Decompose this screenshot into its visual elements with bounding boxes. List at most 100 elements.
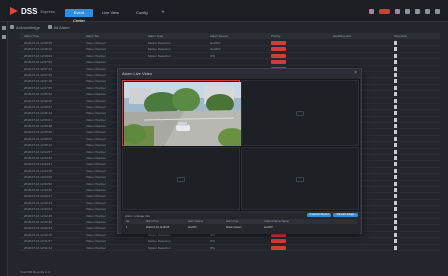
all-alarm-label: All Alarm <box>53 24 70 30</box>
priority-badge[interactable] <box>271 245 286 250</box>
cell-alarm-time: 2018-07-16 12:04:44 <box>24 156 52 161</box>
operation-icon[interactable] <box>394 226 397 231</box>
priority-badge[interactable] <box>271 239 286 244</box>
alarm-count-badge[interactable] <box>379 9 390 14</box>
cell-alarm-src: Video Channel <box>86 72 106 77</box>
operation-icon[interactable] <box>394 111 397 116</box>
operation-icon[interactable] <box>394 66 397 71</box>
cell-alarm-time: 2018-07-16 12:06:14 <box>24 111 52 116</box>
video-cell-3[interactable] <box>122 147 240 210</box>
acknowledge-button[interactable]: Acknowledge <box>10 25 40 30</box>
operation-icon[interactable] <box>394 53 397 58</box>
operation-icon[interactable] <box>394 162 397 167</box>
linkage-row[interactable]: 1 2018-07-16 12:08:35 iace507 Motion Det… <box>124 225 357 230</box>
operation-icon[interactable] <box>394 79 397 84</box>
linkage-panel-title: Alarm Linkage Info <box>125 214 151 218</box>
logo-mark-icon <box>10 7 18 15</box>
operation-icon[interactable] <box>394 200 397 205</box>
tab-config[interactable]: Config <box>131 9 155 17</box>
manual-linkage-button[interactable]: Manual Linkage <box>333 213 358 217</box>
operation-icon[interactable] <box>394 124 397 129</box>
cell-alarm-src: Video Channel <box>86 168 106 173</box>
col-alarm-source[interactable]: Alarm Source <box>210 34 228 38</box>
operation-icon[interactable] <box>394 92 397 97</box>
operation-icon[interactable] <box>394 130 397 135</box>
alarm-list-icon[interactable] <box>2 35 6 39</box>
col-alarm-src[interactable]: Alarm Src <box>86 34 99 38</box>
col-alarm-time[interactable]: Alarm Time <box>24 34 39 38</box>
operation-icon[interactable] <box>394 213 397 218</box>
operation-icon[interactable] <box>394 72 397 77</box>
cell-alarm-time: 2018-07-16 12:04:57 <box>24 149 52 154</box>
priority-badge[interactable] <box>271 41 286 45</box>
priority-badge[interactable] <box>271 60 286 65</box>
cell-alarm-src: Video Channel <box>86 207 106 212</box>
logo-subtitle: Express <box>40 8 55 14</box>
col-priority[interactable]: Priority <box>271 34 280 38</box>
add-tab-icon[interactable]: + <box>159 9 167 17</box>
operation-icon[interactable] <box>394 181 397 186</box>
linkage-no: 1 <box>126 226 128 229</box>
operation-icon[interactable] <box>394 117 397 122</box>
operation-icon[interactable] <box>394 143 397 148</box>
all-alarm-button[interactable]: All Alarm <box>47 24 70 30</box>
cell-alarm-src: Video Channel <box>86 194 106 199</box>
cell-alarm-time: 2018-07-16 12:05:48 <box>24 124 52 129</box>
table-header: Alarm Time Alarm Src Alarm Type Alarm So… <box>20 33 440 39</box>
table-row[interactable]: 2018-07-16 12:01:44 Video Channel Motion D… <box>20 245 440 251</box>
operation-icon[interactable] <box>394 156 397 161</box>
priority-badge[interactable] <box>271 47 286 52</box>
table-footer: Total 500 Records in 3 <box>20 270 50 274</box>
video-cell-4[interactable] <box>241 147 359 210</box>
operation-icon[interactable] <box>394 194 397 199</box>
maximize-icon[interactable] <box>425 9 430 14</box>
col-handling-opinion[interactable]: Handling opin <box>333 34 351 38</box>
cell-alarm-src: Video Channel <box>86 111 106 116</box>
operation-icon[interactable] <box>394 60 397 65</box>
camera-feed <box>124 82 241 146</box>
check-icon <box>10 25 14 29</box>
operation-icon[interactable] <box>394 239 397 244</box>
col-operation[interactable]: Operation <box>394 34 407 38</box>
cell-alarm-time: 2018-07-16 12:02:36 <box>24 219 52 224</box>
operation-icon[interactable] <box>394 85 397 90</box>
cell-alarm-src: Video Channel <box>86 175 106 180</box>
linkage-col-channel: Linked Channel Name <box>264 220 289 223</box>
operation-icon[interactable] <box>394 41 397 45</box>
tab-event-center[interactable]: Event Center <box>65 9 93 23</box>
operation-icon[interactable] <box>394 168 397 173</box>
cell-alarm-time: 2018-07-16 12:06:40 <box>24 98 52 103</box>
operation-icon[interactable] <box>394 136 397 141</box>
operation-icon[interactable] <box>394 47 397 52</box>
priority-badge[interactable] <box>271 53 286 58</box>
home-icon[interactable] <box>2 26 6 30</box>
video-cell-1[interactable] <box>122 80 241 146</box>
cell-alarm-source: IPC <box>210 239 216 244</box>
operation-icon[interactable] <box>394 175 397 180</box>
video-grid <box>121 79 360 211</box>
operation-icon[interactable] <box>394 104 397 109</box>
operation-icon[interactable] <box>394 207 397 212</box>
camera-scene-image <box>124 82 241 146</box>
tab-live-view[interactable]: Live View <box>97 9 127 17</box>
user-icon[interactable] <box>369 9 374 14</box>
cell-alarm-src: Video Channel <box>86 85 106 90</box>
col-alarm-type[interactable]: Alarm Type <box>148 34 163 38</box>
snapshot-record-button[interactable]: Snapshot Record <box>307 213 331 217</box>
linkage-type: Motion Detect <box>226 226 242 229</box>
close-icon[interactable] <box>435 9 440 14</box>
operation-icon[interactable] <box>394 245 397 250</box>
cell-alarm-time: 2018-07-16 12:03:52 <box>24 181 52 186</box>
operation-icon[interactable] <box>394 219 397 224</box>
operation-icon[interactable] <box>394 187 397 192</box>
settings-icon[interactable] <box>395 9 400 14</box>
dialog-close-icon[interactable]: × <box>354 70 357 76</box>
help-icon[interactable] <box>405 9 410 14</box>
operation-icon[interactable] <box>394 149 397 154</box>
video-cell-2[interactable] <box>241 80 359 146</box>
top-bar: DSS Express Event Center Live View Confi… <box>0 0 448 23</box>
operation-icon[interactable] <box>394 98 397 103</box>
cell-alarm-time: 2018-07-16 12:05:10 <box>24 143 52 148</box>
operation-icon[interactable] <box>394 232 397 237</box>
minimize-icon[interactable] <box>415 9 420 14</box>
